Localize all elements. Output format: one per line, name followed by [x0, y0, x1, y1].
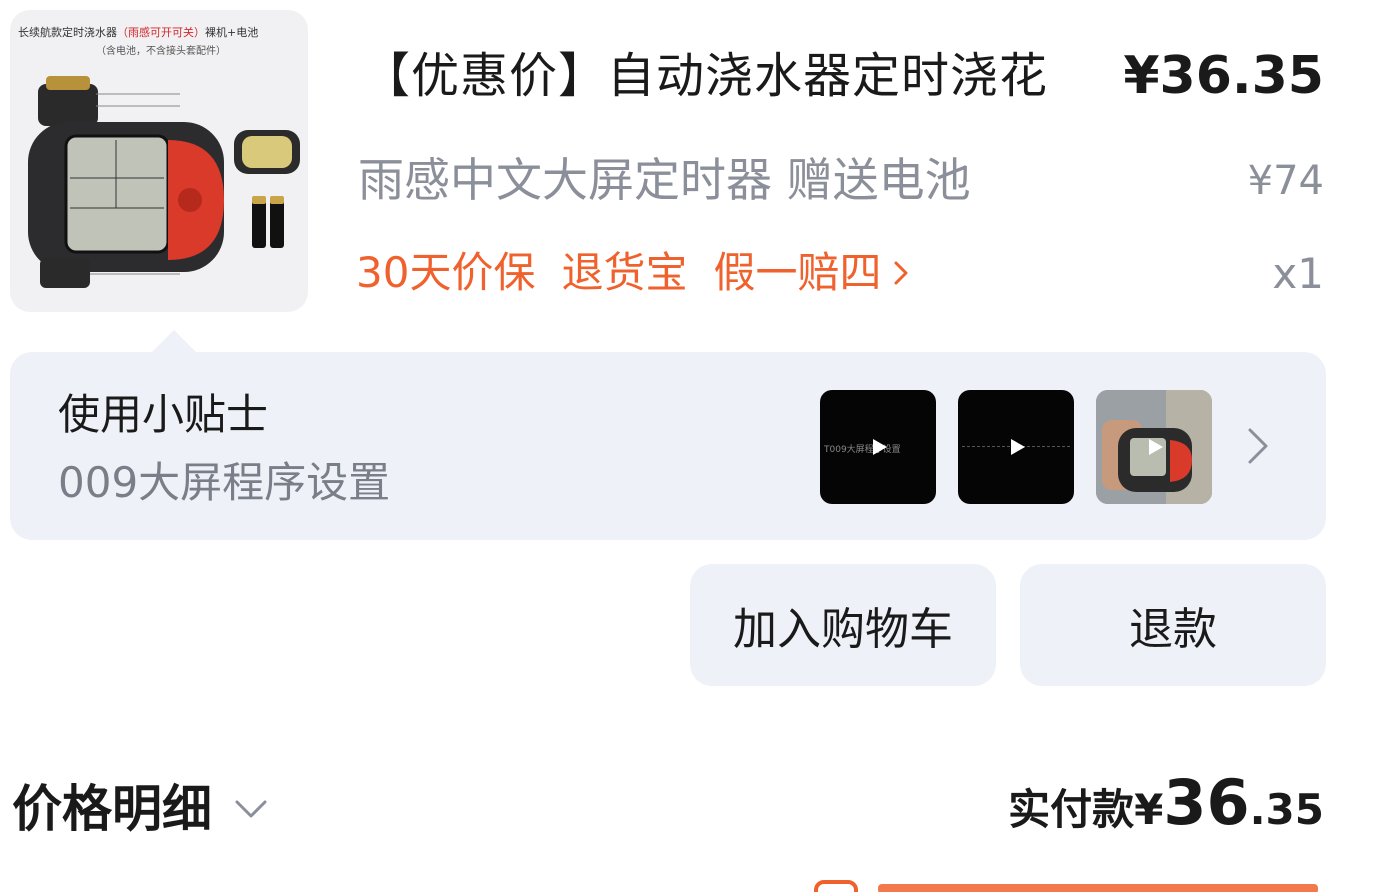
- chevron-down-icon: [235, 800, 267, 818]
- service-price-protect: 30天价保: [356, 248, 536, 297]
- service-guarantees[interactable]: 30天价保 退货宝 假一赔四: [356, 242, 909, 304]
- refund-button[interactable]: 退款: [1020, 564, 1326, 686]
- amount-paid-integer: 36: [1163, 766, 1250, 839]
- amount-paid: 实付款 ¥ 36 .35: [1008, 766, 1324, 839]
- service-fake-compensation: 假一赔四: [713, 242, 909, 304]
- tips-subtitle: 009大屏程序设置: [58, 458, 391, 507]
- water-timer-illustration: [28, 76, 300, 288]
- original-price: ¥74: [1247, 158, 1324, 204]
- amount-paid-currency: ¥: [1134, 785, 1164, 834]
- tips-video-2[interactable]: [958, 390, 1074, 504]
- chevron-right-icon[interactable]: [1246, 424, 1270, 468]
- tips-video-3[interactable]: [1096, 390, 1212, 504]
- price-detail-label: 价格明细: [12, 780, 212, 838]
- amount-paid-label: 实付款: [1008, 785, 1135, 834]
- product-image[interactable]: 长续航款定时浇水器（雨感可开可关）裸机+电池 （含电池，不含接头套配件）: [10, 10, 308, 312]
- price-detail-toggle[interactable]: 价格明细: [12, 774, 268, 844]
- tips-notch: [152, 330, 196, 352]
- quantity: x1: [1272, 249, 1324, 298]
- amount-paid-decimal: .35: [1249, 785, 1324, 834]
- tips-video-1[interactable]: T009大屏程序设置: [820, 390, 936, 504]
- product-title[interactable]: 【优惠价】自动浇水器定时浇花: [362, 40, 1048, 112]
- play-icon: [1149, 439, 1163, 455]
- chevron-right-icon: [894, 261, 908, 285]
- service-fake-compensation-label: 假一赔四: [713, 248, 882, 297]
- usage-tips-card[interactable]: 使用小贴士 009大屏程序设置 T009大屏程序设置: [10, 330, 1326, 540]
- product-price: ¥36.35: [1123, 46, 1324, 106]
- product-spec[interactable]: 雨感中文大屏定时器 赠送电池: [358, 150, 971, 210]
- service-return-insurance: 退货宝: [561, 248, 688, 297]
- cut-off-row-fragment: [814, 880, 1318, 892]
- play-icon: [873, 439, 887, 455]
- play-icon: [1011, 439, 1025, 455]
- tips-title: 使用小贴士: [58, 390, 269, 439]
- add-to-cart-button[interactable]: 加入购物车: [690, 564, 996, 686]
